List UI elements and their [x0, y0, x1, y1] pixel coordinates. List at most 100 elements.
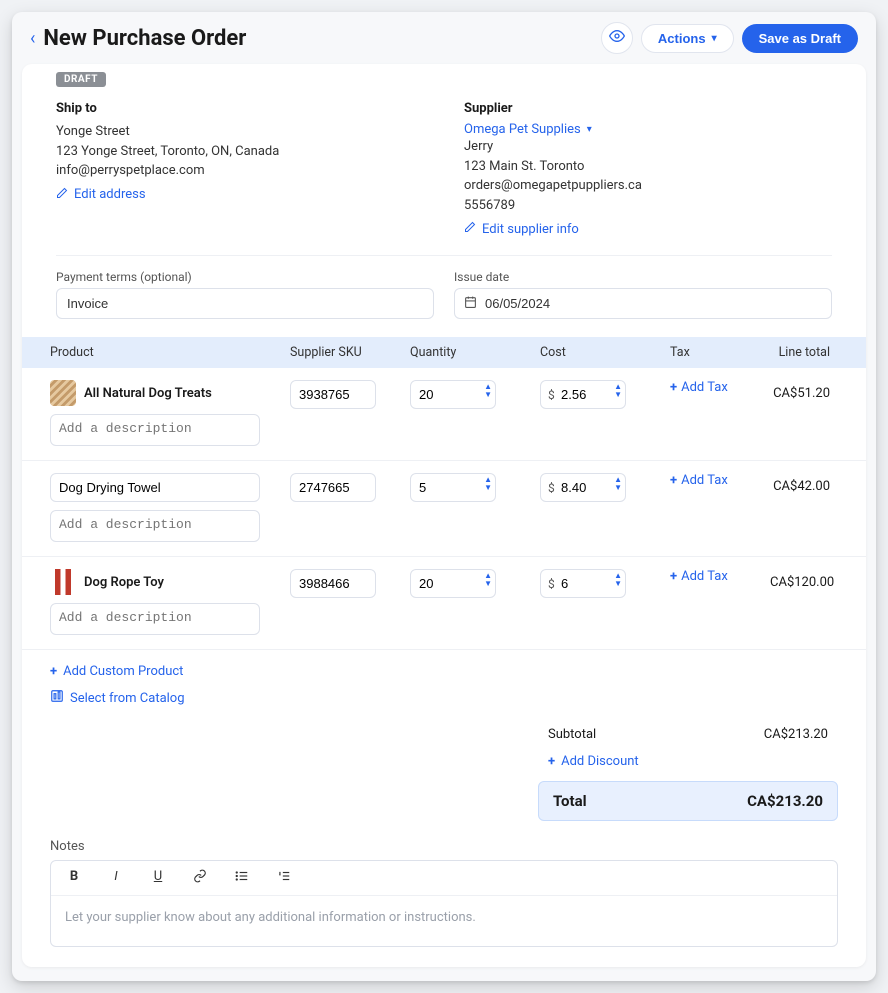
preview-button[interactable]	[601, 22, 633, 54]
pencil-icon	[56, 187, 68, 203]
ordered-list-icon[interactable]	[275, 869, 293, 887]
product-thumb	[50, 569, 76, 595]
add-discount-link[interactable]: + Add Discount	[548, 754, 639, 769]
total-value: CA$213.20	[747, 792, 823, 810]
payment-terms-field: Payment terms (optional)	[56, 270, 434, 319]
plus-icon: +	[670, 380, 677, 395]
product-name: Dog Rope Toy	[84, 575, 164, 590]
issue-date-field: Issue date	[454, 270, 832, 319]
step-down-icon[interactable]: ▼	[484, 391, 492, 399]
eye-icon	[609, 28, 625, 48]
chevron-down-icon: ▾	[712, 33, 717, 44]
supplier-label: Supplier	[464, 101, 832, 116]
payment-terms-label: Payment terms (optional)	[56, 270, 434, 284]
plus-icon: +	[670, 569, 677, 584]
products-header: Product Supplier SKU Quantity Cost Tax L…	[22, 337, 866, 368]
subtotal-label: Subtotal	[548, 727, 596, 742]
step-down-icon[interactable]: ▼	[614, 391, 622, 399]
col-tax: Tax	[670, 345, 770, 360]
subtotal-row: Subtotal CA$213.20	[538, 721, 838, 748]
line-total: CA$42.00	[770, 473, 838, 494]
main-card: DRAFT Ship to Yonge Street 123 Yonge Str…	[22, 64, 866, 967]
calendar-icon	[464, 295, 477, 312]
sku-input[interactable]	[290, 473, 376, 502]
product-description-input[interactable]	[50, 414, 260, 446]
editor-toolbar: B I U	[51, 861, 837, 896]
bold-icon[interactable]: B	[65, 869, 83, 887]
col-sku: Supplier SKU	[290, 345, 410, 360]
col-line-total: Line total	[770, 345, 838, 360]
bullet-list-icon[interactable]	[233, 869, 251, 887]
step-down-icon[interactable]: ▼	[614, 580, 622, 588]
edit-address-link[interactable]: Edit address	[56, 187, 146, 203]
plus-icon: +	[548, 754, 555, 769]
ship-to-email: info@perryspetplace.com	[56, 161, 424, 181]
product-row: ▲▼$▲▼+Add TaxCA$42.00	[22, 461, 866, 557]
add-tax-link[interactable]: +Add Tax	[670, 380, 728, 395]
total-row: Total CA$213.20	[538, 781, 838, 821]
product-thumb	[50, 380, 76, 406]
total-label: Total	[553, 792, 587, 810]
ship-to-name: Yonge Street	[56, 122, 424, 142]
actions-button[interactable]: Actions ▾	[641, 24, 734, 53]
supplier-select[interactable]: Omega Pet Supplies ▾	[464, 122, 592, 137]
ship-to-block: Ship to Yonge Street 123 Yonge Street, T…	[56, 101, 424, 237]
products-body: All Natural Dog Treats▲▼$▲▼+Add TaxCA$51…	[22, 368, 866, 650]
col-qty: Quantity	[410, 345, 540, 360]
product-row: All Natural Dog Treats▲▼$▲▼+Add TaxCA$51…	[22, 368, 866, 461]
product-description-input[interactable]	[50, 603, 260, 635]
subtotal-value: CA$213.20	[764, 727, 828, 742]
save-draft-button[interactable]: Save as Draft	[742, 24, 858, 53]
line-total: CA$51.20	[770, 380, 838, 401]
sku-input[interactable]	[290, 380, 376, 409]
step-down-icon[interactable]: ▼	[484, 484, 492, 492]
notes-section: Notes B I U Let your supplier kn	[22, 821, 866, 947]
catalog-icon	[50, 689, 64, 707]
terms-row: Payment terms (optional) Issue date	[22, 270, 866, 319]
dollar-icon: $	[548, 388, 555, 402]
edit-supplier-link[interactable]: Edit supplier info	[464, 221, 579, 237]
sku-input[interactable]	[290, 569, 376, 598]
product-name-input[interactable]	[50, 473, 260, 502]
address-section: Ship to Yonge Street 123 Yonge Street, T…	[22, 95, 866, 253]
product-row: Dog Rope Toy▲▼$▲▼+Add TaxCA$120.00	[22, 557, 866, 650]
step-down-icon[interactable]: ▼	[614, 484, 622, 492]
product-name: All Natural Dog Treats	[84, 386, 212, 401]
notes-editor: B I U Let your supplier know about any a…	[50, 860, 838, 947]
notes-label: Notes	[50, 839, 838, 854]
col-product: Product	[50, 345, 290, 360]
underline-icon[interactable]: U	[149, 869, 167, 887]
plus-icon: +	[670, 473, 677, 488]
ship-to-label: Ship to	[56, 101, 424, 116]
italic-icon[interactable]: I	[107, 869, 125, 887]
link-icon[interactable]	[191, 869, 209, 887]
plus-icon: +	[50, 664, 57, 679]
supplier-contact: Jerry	[464, 137, 832, 157]
line-total: CA$120.00	[770, 569, 842, 590]
step-down-icon[interactable]: ▼	[484, 580, 492, 588]
issue-date-input[interactable]	[454, 288, 832, 319]
add-discount-row: + Add Discount	[538, 748, 838, 775]
add-tax-link[interactable]: +Add Tax	[670, 473, 728, 488]
below-grid-actions: + Add Custom Product Select from Catalog	[22, 650, 866, 707]
payment-terms-input[interactable]	[56, 288, 434, 319]
totals-block: Subtotal CA$213.20 + Add Discount Total …	[538, 721, 838, 821]
supplier-address: 123 Main St. Toronto	[464, 157, 832, 177]
ship-to-address: 123 Yonge Street, Toronto, ON, Canada	[56, 142, 424, 162]
col-cost: Cost	[540, 345, 670, 360]
add-tax-link[interactable]: +Add Tax	[670, 569, 728, 584]
page-header: ‹ New Purchase Order Actions ▾ Save as D…	[12, 12, 876, 64]
back-icon[interactable]: ‹	[30, 28, 35, 49]
dollar-icon: $	[548, 577, 555, 591]
add-custom-product-link[interactable]: + Add Custom Product	[50, 664, 838, 679]
pencil-icon	[464, 221, 476, 237]
divider	[56, 255, 832, 256]
product-description-input[interactable]	[50, 510, 260, 542]
select-from-catalog-link[interactable]: Select from Catalog	[50, 689, 838, 707]
chevron-down-icon: ▾	[587, 124, 592, 135]
purchase-order-page: ‹ New Purchase Order Actions ▾ Save as D…	[12, 12, 876, 981]
supplier-phone: 5556789	[464, 196, 832, 216]
supplier-email: orders@omegapetpuppliers.ca	[464, 176, 832, 196]
supplier-block: Supplier Omega Pet Supplies ▾ Jerry 123 …	[464, 101, 832, 237]
status-badge: DRAFT	[56, 72, 106, 87]
